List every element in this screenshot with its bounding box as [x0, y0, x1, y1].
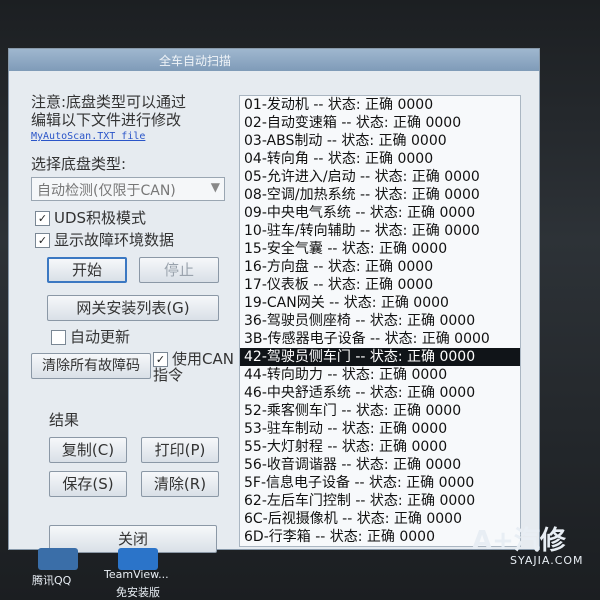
module-list-item[interactable]: 10-驻车/转向辅助 -- 状态: 正确 0000 [240, 222, 520, 240]
qq-desktop-icon[interactable] [38, 548, 78, 570]
teamviewer-label-2: 免安装版 [116, 586, 160, 599]
qq-label: 腾讯QQ [32, 574, 72, 587]
uds-option[interactable]: ✓ UDS积极模式 [35, 207, 146, 228]
module-list-item[interactable]: 62-左后车门控制 -- 状态: 正确 0000 [240, 492, 520, 510]
uds-checkbox[interactable]: ✓ [35, 211, 50, 226]
module-list-item[interactable]: 55-大灯射程 -- 状态: 正确 0000 [240, 438, 520, 456]
chevron-down-icon: ▼ [210, 180, 220, 194]
save-button[interactable]: 保存(S) [49, 471, 127, 497]
chassis-type-value: 自动检测(仅限于CAN) [37, 183, 176, 199]
module-list-item[interactable]: 01-发动机 -- 状态: 正确 0000 [240, 96, 520, 114]
watermark-brand: A+汽修 [472, 526, 566, 556]
stop-button[interactable]: 停止 [139, 257, 219, 283]
notice-text: 注意:底盘类型可以通过 编辑以下文件进行修改 [31, 93, 231, 129]
clear-button[interactable]: 清除(R) [141, 471, 219, 497]
fault-env-checkbox[interactable]: ✓ [35, 233, 50, 248]
gateway-list-button[interactable]: 网关安装列表(G) [47, 295, 219, 321]
module-list-item[interactable]: 52-乘客侧车门 -- 状态: 正确 0000 [240, 402, 520, 420]
module-list-item[interactable]: 16-方向盘 -- 状态: 正确 0000 [240, 258, 520, 276]
notice-line-2: 编辑以下文件进行修改 [31, 111, 182, 129]
watermark-logo: A+汽修 SYAJIA.COM [472, 520, 592, 572]
fault-env-option[interactable]: ✓ 显示故障环境数据 [35, 229, 174, 250]
module-list-item[interactable]: 05-允许进入/启动 -- 状态: 正确 0000 [240, 168, 520, 186]
module-list-item[interactable]: 09-中央电气系统 -- 状态: 正确 0000 [240, 204, 520, 222]
print-button[interactable]: 打印(P) [141, 437, 219, 463]
module-list-item[interactable]: 15-安全气囊 -- 状态: 正确 0000 [240, 240, 520, 258]
module-status-list[interactable]: 01-发动机 -- 状态: 正确 0000 02-自动变速箱 -- 状态: 正确 … [239, 95, 521, 547]
chassis-type-select[interactable]: 自动检测(仅限于CAN) ▼ [31, 177, 225, 201]
auto-update-label: 自动更新 [70, 328, 131, 346]
results-label: 结果 [49, 411, 80, 429]
module-list-item[interactable]: 19-CAN网关 -- 状态: 正确 0000 [240, 294, 520, 312]
module-list-item[interactable]: 42-驾驶员侧车门 -- 状态: 正确 0000 [240, 348, 520, 366]
auto-scan-window: 全车自动扫描 注意:底盘类型可以通过 编辑以下文件进行修改 MyAutoScan… [8, 48, 540, 553]
uds-label: UDS积极模式 [54, 209, 147, 227]
module-list-item[interactable]: 17-仪表板 -- 状态: 正确 0000 [240, 276, 520, 294]
myautoscan-file-link[interactable]: MyAutoScan.TXT file [31, 131, 145, 142]
watermark-site: SYAJIA.COM [510, 554, 584, 567]
auto-update-option[interactable]: 自动更新 [51, 326, 130, 347]
use-can-option[interactable]: ✓ 使用CAN 指令 [153, 351, 239, 383]
window-title: 全车自动扫描 [159, 54, 232, 68]
window-titlebar: 全车自动扫描 [9, 49, 539, 71]
module-list-item[interactable]: 44-转向助力 -- 状态: 正确 0000 [240, 366, 520, 384]
module-list-item[interactable]: 04-转向角 -- 状态: 正确 0000 [240, 150, 520, 168]
module-list-item[interactable]: 3B-传感器电子设备 -- 状态: 正确 0000 [240, 330, 520, 348]
fault-env-label: 显示故障环境数据 [54, 231, 175, 249]
notice-line-1: 注意:底盘类型可以通过 [31, 93, 187, 111]
chassis-type-label: 选择底盘类型: [31, 155, 127, 173]
module-list-item[interactable]: 08-空调/加热系统 -- 状态: 正确 0000 [240, 186, 520, 204]
teamviewer-desktop-icon[interactable] [118, 548, 158, 570]
auto-update-checkbox[interactable] [51, 330, 66, 345]
module-list-item[interactable]: 5F-信息电子设备 -- 状态: 正确 0000 [240, 474, 520, 492]
window-body: 注意:底盘类型可以通过 编辑以下文件进行修改 MyAutoScan.TXT fi… [9, 71, 539, 553]
use-can-checkbox[interactable]: ✓ [153, 352, 168, 367]
module-list-item[interactable]: 46-中央舒适系统 -- 状态: 正确 0000 [240, 384, 520, 402]
teamviewer-label-1: TeamView... [104, 568, 169, 581]
module-list-item[interactable]: 36-驾驶员侧座椅 -- 状态: 正确 0000 [240, 312, 520, 330]
module-list-item[interactable]: 53-驻车制动 -- 状态: 正确 0000 [240, 420, 520, 438]
module-list-item[interactable]: 56-收音调谐器 -- 状态: 正确 0000 [240, 456, 520, 474]
module-list-item[interactable]: 03-ABS制动 -- 状态: 正确 0000 [240, 132, 520, 150]
module-list-item[interactable]: 02-自动变速箱 -- 状态: 正确 0000 [240, 114, 520, 132]
copy-button[interactable]: 复制(C) [49, 437, 127, 463]
start-button[interactable]: 开始 [47, 257, 127, 283]
clear-all-faults-button[interactable]: 清除所有故障码 [31, 353, 151, 379]
